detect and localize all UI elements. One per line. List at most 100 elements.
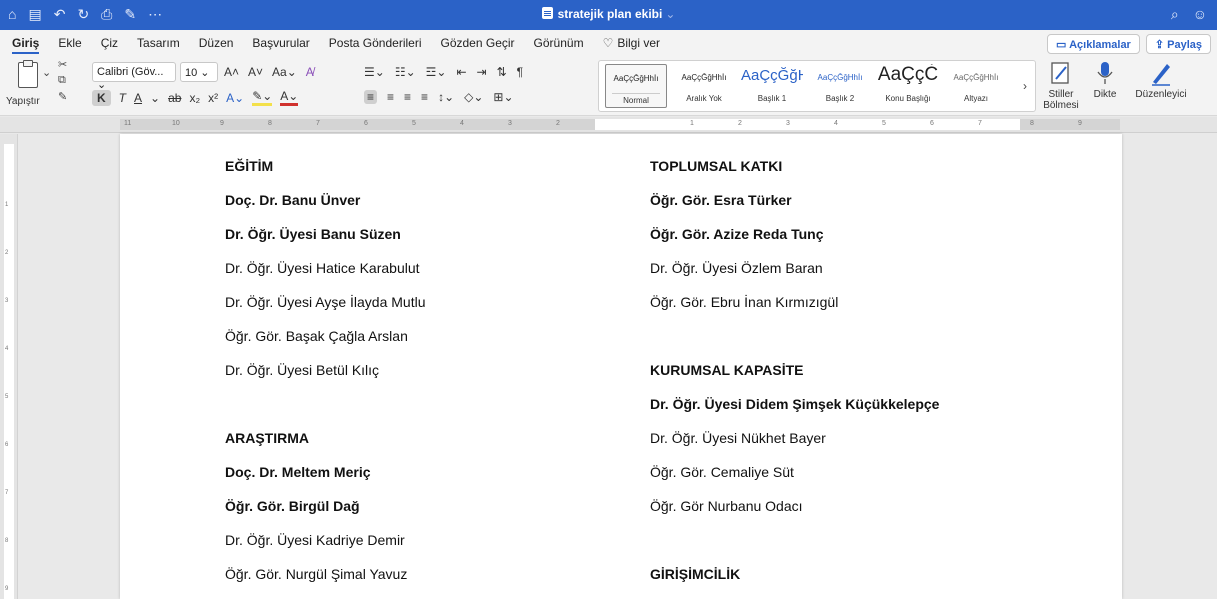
ruler-tick: 4 <box>834 120 838 127</box>
ruler-tick: 7 <box>316 120 320 127</box>
member-line: Öğr. Gör. Birgül Dağ <box>225 498 360 514</box>
editor-button[interactable]: Düzenleyici <box>1130 60 1192 100</box>
style-preview: AaÇçĞğHhİı <box>613 74 659 83</box>
multilevel-list-icon[interactable]: ☲⌄ <box>426 65 447 79</box>
tab-review[interactable]: Gözden Geçir <box>441 36 515 54</box>
search-icon[interactable]: ⌕ <box>1171 6 1179 23</box>
font-size-select[interactable]: 10 ⌄ <box>180 62 218 82</box>
chevron-down-icon[interactable]: ⌄ <box>150 91 160 105</box>
tab-design[interactable]: Tasarım <box>137 36 180 54</box>
style-name: Aralık Yok <box>686 94 722 103</box>
style-no-spacing[interactable]: AaÇçĞğHhİı Aralık Yok <box>673 64 735 108</box>
font-color-icon[interactable]: A⌄ <box>280 89 299 106</box>
ruler-tick: 6 <box>5 442 9 448</box>
chevron-down-icon[interactable]: ⌄ <box>665 7 675 21</box>
tell-me-tab[interactable]: ♡ Bilgi ver <box>603 36 660 54</box>
bullets-icon[interactable]: ☰⌄ <box>364 65 385 79</box>
underline-button[interactable]: A <box>134 91 142 105</box>
ruler-tick: 2 <box>5 250 9 256</box>
dictate-label: Dikte <box>1093 89 1117 100</box>
style-heading-1[interactable]: AaÇçĞğHİ Başlık 1 <box>741 64 803 108</box>
chevron-down-icon[interactable]: ⌄ <box>42 66 51 79</box>
section-heading: ARAŞTIRMA <box>225 430 309 446</box>
member-line: Dr. Öğr. Üyesi Özlem Baran <box>650 260 823 276</box>
align-center-icon[interactable]: ≡ <box>387 90 394 104</box>
tab-insert[interactable]: Ekle <box>58 36 81 54</box>
share-label: Paylaş <box>1167 39 1202 51</box>
superscript-button[interactable]: x² <box>208 91 218 105</box>
tab-view[interactable]: Görünüm <box>534 36 584 54</box>
style-normal[interactable]: AaÇçĞğHhİı Normal <box>605 64 667 108</box>
member-line: Öğr. Gör. Başak Çağla Arslan <box>225 328 408 344</box>
copy-icon[interactable]: ⧉ <box>58 74 66 87</box>
decrease-indent-icon[interactable]: ⇤ <box>456 65 466 79</box>
paste-label[interactable]: Yapıştır <box>6 96 40 107</box>
styles-pane-button[interactable]: Stiller Bölmesi <box>1038 60 1084 111</box>
section-heading: KURUMSAL KAPASİTE <box>650 362 804 378</box>
subscript-button[interactable]: x₂ <box>189 91 200 105</box>
dictate-button[interactable]: Dikte <box>1090 60 1120 100</box>
document-page[interactable]: EĞİTİM Doç. Dr. Banu Ünver Dr. Öğr. Üyes… <box>120 134 1122 599</box>
shading-icon[interactable]: ◇⌄ <box>464 90 483 104</box>
member-line: Doç. Dr. Meltem Meriç <box>225 464 371 480</box>
microphone-icon <box>1097 62 1113 84</box>
change-case-icon[interactable]: Aa⌄ <box>272 65 297 79</box>
tab-mailings[interactable]: Posta Gönderileri <box>329 36 422 54</box>
style-preview: AaÇçĊ <box>877 64 939 85</box>
vertical-ruler-track <box>4 144 14 599</box>
style-title[interactable]: AaÇçĊ Konu Başlığı <box>877 64 939 108</box>
tab-home[interactable]: Giriş <box>12 36 40 54</box>
line-spacing-icon[interactable]: ↕⌄ <box>438 90 454 104</box>
tab-references[interactable]: Başvurular <box>252 36 309 54</box>
text-effects-icon[interactable]: A⌄ <box>226 91 244 105</box>
styles-pane-label: Stiller Bölmesi <box>1043 89 1079 111</box>
cut-icon[interactable]: ✂ <box>58 58 67 71</box>
format-painter-icon[interactable]: ✎ <box>58 90 67 103</box>
increase-indent-icon[interactable]: ⇥ <box>477 65 487 79</box>
pilcrow-icon[interactable]: ¶ <box>517 65 523 79</box>
document-title: stratejik plan ekibi <box>557 7 663 21</box>
member-line: Öğr. Gör. Azize Reda Tunç <box>650 226 824 242</box>
paste-icon[interactable] <box>18 60 38 88</box>
share-icon: ⇪ <box>1154 39 1168 51</box>
style-name: Normal <box>612 93 660 105</box>
shrink-font-icon[interactable]: A˅ <box>248 65 263 79</box>
justify-icon[interactable]: ≡ <box>421 90 428 104</box>
italic-button[interactable]: T <box>119 91 126 105</box>
style-preview: AaÇçĞğHhİı <box>817 73 863 82</box>
horizontal-ruler[interactable]: 11 10 9 8 7 6 5 4 3 2 1 2 3 4 5 6 7 8 9 <box>0 117 1217 133</box>
style-subtitle[interactable]: AaÇçĞğHhİı Altyazı <box>945 64 1007 108</box>
strikethrough-button[interactable]: ab <box>168 91 181 105</box>
ruler-tick: 5 <box>412 120 416 127</box>
tab-layout[interactable]: Düzen <box>199 36 234 54</box>
font-name-select[interactable]: Calibri (Göv... ⌄ <box>92 62 176 91</box>
numbering-icon[interactable]: ☷⌄ <box>395 65 416 79</box>
borders-icon[interactable]: ⊞⌄ <box>493 90 513 104</box>
vertical-ruler[interactable]: 1 2 3 4 5 6 7 8 9 <box>0 134 18 599</box>
grow-font-icon[interactable]: A˄ <box>224 65 239 79</box>
member-line: Öğr. Gör. Nurgül Şimal Yavuz <box>225 566 408 582</box>
clear-formatting-icon[interactable]: A̸ <box>306 65 314 79</box>
share-button[interactable]: ⇪ Paylaş <box>1145 34 1211 54</box>
bold-button[interactable]: K <box>92 89 111 106</box>
highlight-icon[interactable]: ✎⌄ <box>252 89 273 106</box>
align-left-icon[interactable]: ≡ <box>364 90 378 104</box>
align-right-icon[interactable]: ≡ <box>404 90 411 104</box>
styles-gallery: AaÇçĞğHhİı Normal AaÇçĞğHhİı Aralık Yok … <box>598 60 1036 112</box>
member-line: Dr. Öğr. Üyesi Nükhet Bayer <box>650 430 826 446</box>
font-name-value: Calibri (Göv... <box>97 66 164 78</box>
style-name: Başlık 1 <box>757 94 787 103</box>
account-icon[interactable]: ☺ <box>1193 6 1207 23</box>
tab-draw[interactable]: Çiz <box>101 36 118 54</box>
styles-pane-icon <box>1051 62 1069 84</box>
ruler-tick: 9 <box>5 586 9 592</box>
ruler-tick: 2 <box>556 120 560 127</box>
editor-pen-icon <box>1152 64 1170 86</box>
member-line: Öğr. Gör Nurbanu Odacı <box>650 498 803 514</box>
style-heading-2[interactable]: AaÇçĞğHhİı Başlık 2 <box>809 64 871 108</box>
sort-icon[interactable]: ⇅ <box>497 65 507 79</box>
chevron-right-icon[interactable]: › <box>1023 79 1027 93</box>
ribbon-home: ⌄ ✂ ⧉ ✎ Yapıştır Calibri (Göv... ⌄ 10 ⌄ … <box>0 56 1217 116</box>
comments-button[interactable]: ▭ Açıklamalar <box>1047 34 1140 54</box>
ruler-tick: 7 <box>978 120 982 127</box>
